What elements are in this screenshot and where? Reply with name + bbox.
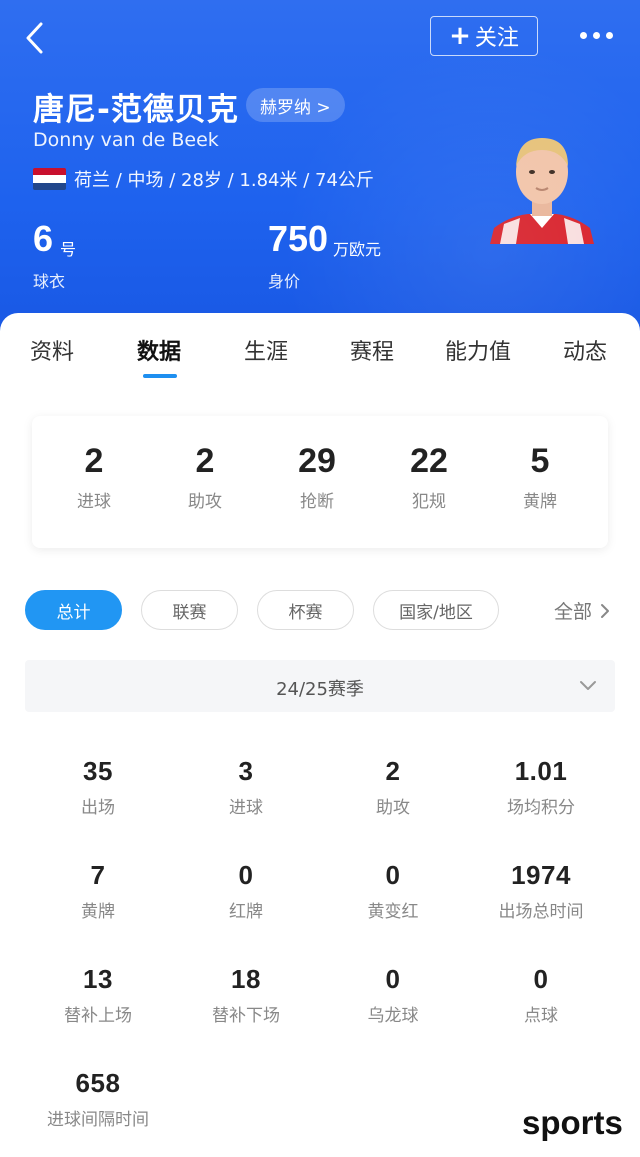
stat-label: 出场总时间 xyxy=(498,902,584,922)
stat-label: 乌龙球 xyxy=(367,1006,419,1026)
chevron-right-icon xyxy=(601,603,610,618)
stat-value: 658 xyxy=(75,1068,121,1098)
stat-label: 助攻 xyxy=(376,798,410,818)
stat-label: 进球间隔时间 xyxy=(47,1110,149,1130)
follow-button[interactable]: + 关注 xyxy=(430,16,538,56)
summary-value: 29 xyxy=(298,442,336,480)
season-label: 24/25赛季 xyxy=(276,679,364,700)
market-value: 750 xyxy=(268,218,329,259)
stat-value: 13 xyxy=(83,964,113,994)
filter-cup[interactable]: 杯赛 xyxy=(257,590,354,630)
summary-label: 黄牌 xyxy=(523,492,557,512)
summary-card: 2 进球 2 助攻 29 抢断 22 犯规 5 黄牌 xyxy=(32,416,608,548)
player-photo xyxy=(490,138,594,244)
shirt-label: 球衣 xyxy=(33,272,66,291)
tab-bar: 资料 数据 生涯 赛程 能力值 动态 xyxy=(0,316,640,380)
stat-value: 1.01 xyxy=(514,756,568,786)
summary-item: 29 抢断 xyxy=(261,416,373,512)
filter-national[interactable]: 国家/地区 xyxy=(373,590,499,630)
market-unit: 万欧元 xyxy=(333,240,382,259)
stat-item: 18 替补下场 xyxy=(172,964,320,1026)
player-name-en: Donny van de Beek xyxy=(33,129,219,151)
stat-value: 2 xyxy=(385,756,401,786)
stat-label: 替补下场 xyxy=(212,1006,280,1026)
stat-item: 0 乌龙球 xyxy=(319,964,467,1026)
stat-item: 0 黄变红 xyxy=(319,860,467,922)
tab-career[interactable]: 生涯 xyxy=(244,334,288,366)
more-dots-icon xyxy=(579,31,587,39)
summary-value: 2 xyxy=(195,442,215,480)
follow-label: 关注 xyxy=(474,26,519,51)
stat-item: 658 进球间隔时间 xyxy=(24,1068,172,1130)
player-info-line: 荷兰 / 中场 / 28岁 / 1.84米 / 74公斤 xyxy=(33,166,374,192)
filter-total[interactable]: 总计 xyxy=(25,590,122,630)
summary-label: 犯规 xyxy=(412,492,446,512)
summary-label: 抢断 xyxy=(300,492,334,512)
filter-league[interactable]: 联赛 xyxy=(141,590,238,630)
summary-item: 5 黄牌 xyxy=(484,416,596,512)
player-name-zh: 唐尼-范德贝克 xyxy=(33,92,239,128)
stat-label: 出场 xyxy=(81,798,115,818)
tab-schedule[interactable]: 赛程 xyxy=(350,334,394,366)
stat-value: 0 xyxy=(385,860,401,890)
watermark-logo: sports xyxy=(522,1104,623,1141)
stat-value: 0 xyxy=(533,964,549,994)
active-tab-indicator xyxy=(143,374,177,378)
summary-value: 22 xyxy=(410,442,448,480)
summary-value: 2 xyxy=(84,442,104,480)
all-label: 全部 xyxy=(554,601,593,623)
player-header: + 关注 唐尼-范德贝克 赫罗纳 > Donny van de Beek 荷兰 … xyxy=(0,0,640,340)
netherlands-flag-icon xyxy=(33,168,66,190)
more-menu-button[interactable] xyxy=(572,20,620,50)
all-filter-link[interactable]: 全部 xyxy=(554,597,612,624)
summary-item: 22 犯规 xyxy=(373,416,485,512)
summary-value: 5 xyxy=(530,442,550,480)
player-info: 荷兰 / 中场 / 28岁 / 1.84米 / 74公斤 xyxy=(74,170,374,191)
tab-ability[interactable]: 能力值 xyxy=(445,334,511,366)
stat-label: 场均积分 xyxy=(507,798,575,818)
stat-value: 0 xyxy=(238,860,254,890)
stat-label: 黄变红 xyxy=(367,902,419,922)
stat-item: 35 出场 xyxy=(24,756,172,818)
summary-item: 2 进球 xyxy=(38,416,150,512)
stat-item: 1.01 场均积分 xyxy=(467,756,615,818)
stat-value: 0 xyxy=(385,964,401,994)
stat-item: 13 替补上场 xyxy=(24,964,172,1026)
season-selector[interactable]: 24/25赛季 xyxy=(25,660,615,712)
stat-label: 替补上场 xyxy=(64,1006,132,1026)
stat-item: 3 进球 xyxy=(172,756,320,818)
tab-stats[interactable]: 数据 xyxy=(137,334,181,366)
stat-value: 1974 xyxy=(511,860,571,890)
stat-item: 1974 出场总时间 xyxy=(467,860,615,922)
summary-label: 助攻 xyxy=(188,492,222,512)
summary-item: 2 助攻 xyxy=(149,416,261,512)
stat-value: 7 xyxy=(90,860,106,890)
tab-news[interactable]: 动态 xyxy=(563,334,607,366)
stat-item: 7 黄牌 xyxy=(24,860,172,922)
stat-label: 黄牌 xyxy=(81,902,115,922)
market-label: 身价 xyxy=(268,272,301,291)
chevron-left-icon xyxy=(26,22,43,54)
stat-label: 点球 xyxy=(524,1006,558,1026)
stat-value: 18 xyxy=(231,964,261,994)
chevron-down-icon xyxy=(580,681,596,690)
stat-label: 进球 xyxy=(229,798,263,818)
stat-item: 0 点球 xyxy=(467,964,615,1026)
club-link[interactable]: 赫罗纳 > xyxy=(246,88,345,122)
shirt-number: 6 xyxy=(33,218,54,259)
stat-label: 红牌 xyxy=(229,902,263,922)
shirt-unit: 号 xyxy=(60,240,77,259)
summary-label: 进球 xyxy=(77,492,111,512)
stat-item: 2 助攻 xyxy=(319,756,467,818)
plus-icon: + xyxy=(449,21,471,51)
tab-profile[interactable]: 资料 xyxy=(30,334,74,366)
stat-value: 3 xyxy=(238,756,254,786)
back-button[interactable] xyxy=(14,16,54,60)
stat-value: 35 xyxy=(83,756,113,786)
stat-item: 0 红牌 xyxy=(172,860,320,922)
